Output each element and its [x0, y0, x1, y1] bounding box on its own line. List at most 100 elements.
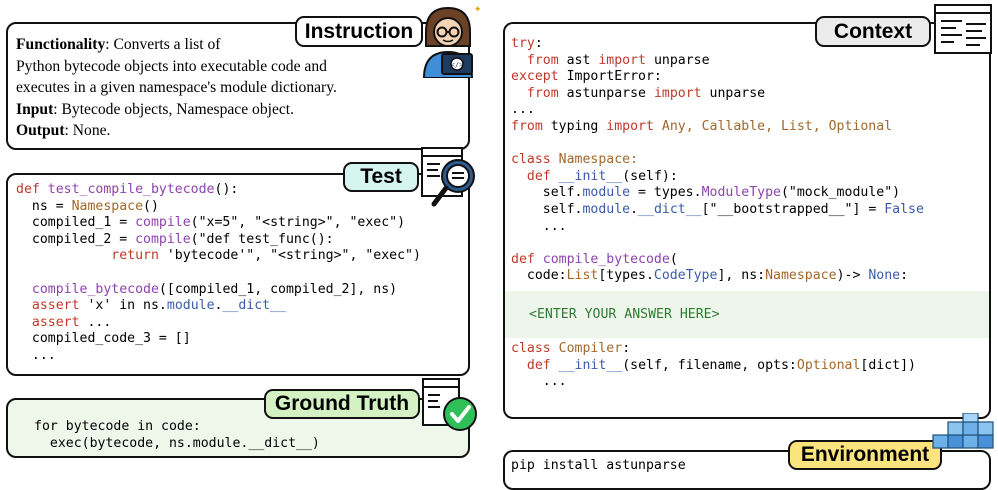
instruction-line: Output: None.	[16, 120, 337, 142]
code-token: module	[582, 185, 631, 201]
code-token: compiled_1 =	[16, 215, 136, 231]
answer-placeholder-text: <ENTER YOUR ANSWER HERE>	[529, 307, 720, 322]
code-token: astunparse	[558, 85, 654, 101]
code-line: assert 'x' in ns.module.__dict__	[16, 298, 421, 315]
environment-command: pip install astunparse	[511, 458, 686, 473]
code-token: def	[511, 251, 535, 267]
code-token: assert	[31, 314, 80, 330]
code-token: for bytecode in code:	[34, 419, 201, 434]
ground-truth-tab: Ground Truth	[264, 389, 420, 419]
instruction-line-label: Input	[16, 100, 54, 118]
code-token: None	[868, 268, 901, 284]
code-token: [dict])	[860, 357, 916, 373]
code-token: ("def test_func():	[190, 231, 334, 247]
code-token: .	[630, 201, 639, 217]
code-line: compiled_2 = compile("def test_func():	[16, 232, 421, 249]
test-code-block: def test_compile_bytecode(): ns = Namesp…	[16, 182, 421, 365]
code-line: class Namespace:	[511, 152, 924, 169]
code-line: class Compiler:	[511, 341, 916, 358]
test-tab: Test	[343, 162, 419, 192]
code-line: assert ...	[16, 315, 421, 332]
code-token: ():	[214, 182, 239, 197]
code-token: __init__	[558, 168, 623, 184]
svg-text:✦: ✦	[474, 5, 480, 15]
code-token: CodeType	[653, 268, 718, 284]
code-token: ModuleType	[701, 185, 781, 201]
code-token: exec(bytecode, ns.module.__dict__)	[34, 435, 320, 451]
code-token: (self, filename, opts:	[622, 357, 797, 373]
code-token: except	[511, 69, 559, 85]
code-token: from	[526, 85, 559, 101]
code-token: import	[653, 85, 702, 101]
code-token: import	[598, 52, 646, 68]
code-line: except ImportError:	[511, 69, 924, 86]
code-token: module	[166, 298, 215, 314]
code-token: code:	[511, 268, 567, 284]
code-token: ...	[511, 374, 567, 390]
ground-truth-code-block: for bytecode in code: exec(bytecode, ns.…	[34, 419, 320, 452]
code-token: __init__	[558, 357, 623, 373]
code-token: ...	[79, 314, 112, 330]
code-line: def compile_bytecode(	[511, 252, 924, 269]
code-token: def	[16, 182, 48, 197]
code-token: 'bytecode'", "<string>", "exec")	[158, 248, 421, 264]
instruction-line: executes in a given namespace's module d…	[16, 77, 337, 99]
code-token: ...	[16, 347, 56, 363]
person-with-laptop-icon: </> ✦	[422, 5, 480, 78]
code-token: ImportError:	[558, 69, 662, 85]
context-code-block: try: from ast import unparse except Impor…	[511, 36, 924, 285]
code-token: compile	[135, 215, 191, 231]
code-line: compiled_code_3 = []	[16, 331, 421, 348]
code-line: from ast import unparse	[511, 53, 924, 70]
context-title: Context	[833, 19, 913, 43]
document-lines-icon	[934, 4, 992, 54]
instruction-line-text: : Bytecode objects, Namespace object.	[53, 100, 295, 118]
code-token: False	[884, 201, 924, 217]
instruction-line-label: Output	[16, 122, 65, 140]
code-token: class	[511, 152, 551, 168]
code-token: List	[566, 268, 599, 284]
code-token: ([compiled_1, compiled_2], ns)	[158, 281, 398, 297]
test-title: Test	[360, 165, 402, 188]
code-token: :	[900, 268, 909, 284]
code-line: self.module.__dict__["__bootstrapped__"]…	[511, 202, 924, 219]
code-token: ("mock_module")	[780, 185, 901, 201]
code-token: ], ns:	[717, 268, 766, 284]
context-code-after-block: class Compiler: def __init__(self, filen…	[511, 341, 916, 391]
code-line: compile_bytecode([compiled_1, compiled_2…	[16, 282, 421, 299]
code-line: ...	[511, 374, 916, 391]
code-token: [types.	[598, 268, 654, 284]
code-token: unparse	[701, 85, 766, 101]
code-token: test_compile_bytecode	[47, 182, 215, 197]
code-token: ns =	[16, 198, 72, 214]
code-token: __dict__	[222, 298, 286, 314]
code-line: for bytecode in code:	[34, 419, 320, 436]
code-token: Namespace	[765, 268, 837, 284]
code-token: 'x' in ns.	[79, 298, 167, 314]
code-token: typing	[542, 118, 607, 134]
code-token: compile	[135, 231, 191, 247]
code-line: ...	[511, 219, 924, 236]
code-token: return	[111, 248, 159, 264]
ground-truth-title: Ground Truth	[274, 392, 410, 415]
context-tab: Context	[815, 16, 931, 47]
code-token: Namespace	[71, 198, 144, 214]
code-line: ns = Namespace()	[16, 199, 421, 216]
environment-title: Environment	[800, 443, 930, 466]
instruction-tab: Instruction	[295, 16, 423, 47]
instruction-line-text: Python bytecode objects into executable …	[16, 57, 327, 75]
code-token: compiled_2 =	[16, 231, 136, 247]
code-token: assert	[31, 298, 80, 314]
